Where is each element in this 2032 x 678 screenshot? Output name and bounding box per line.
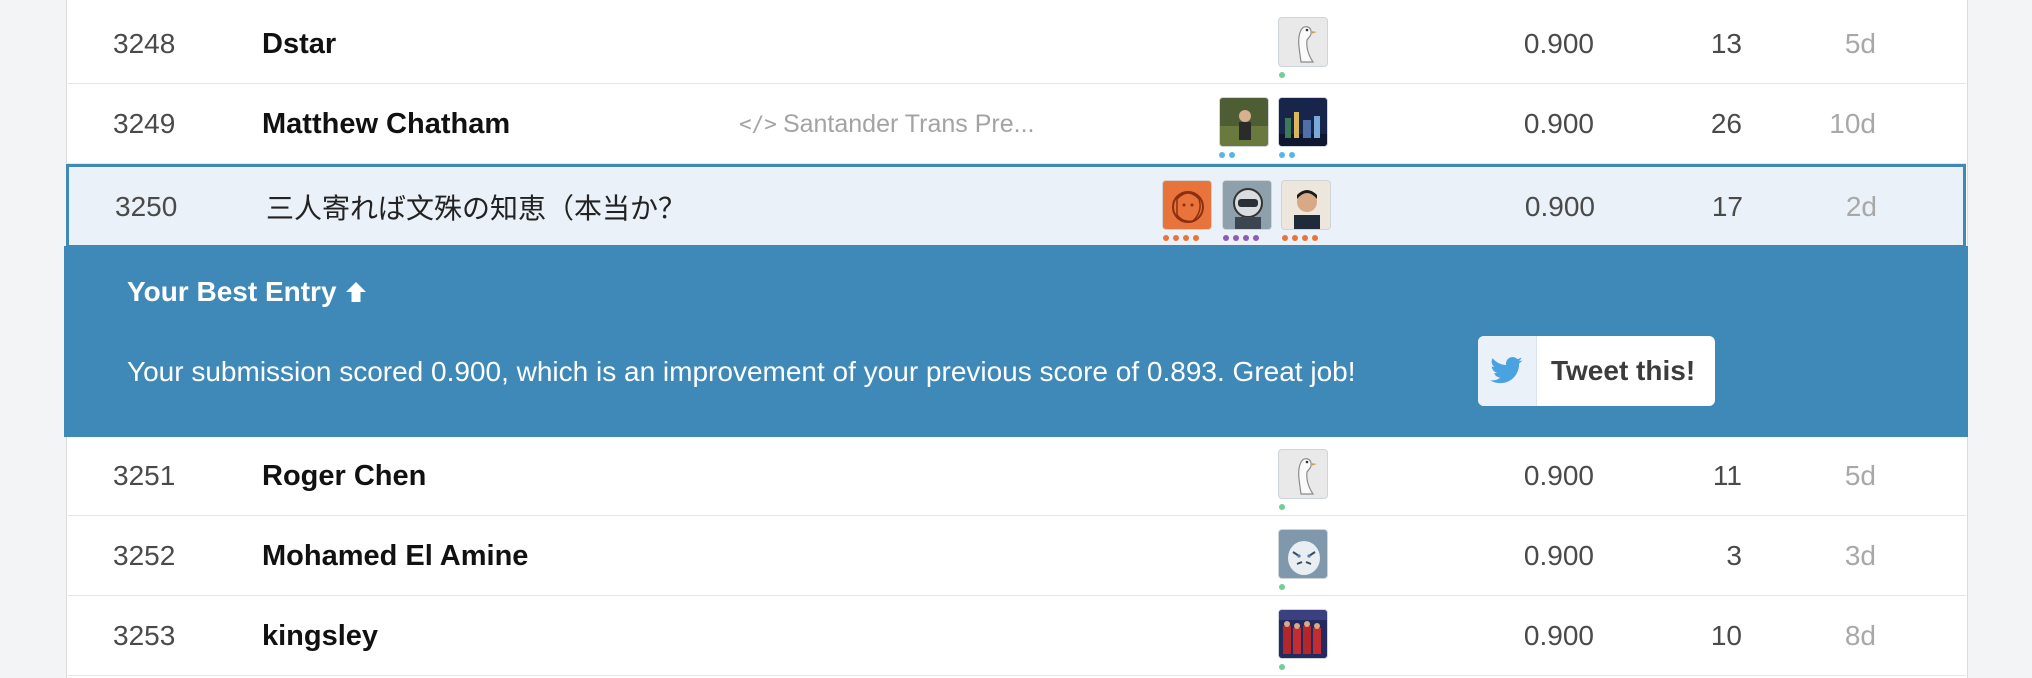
tier-dots	[1282, 235, 1318, 241]
score: 0.900	[1523, 28, 1594, 59]
last-submission: 8d	[1844, 620, 1876, 651]
kernel-title: Santander Trans Pre...	[782, 109, 1035, 138]
tweet-button[interactable]: Tweet this!	[1478, 336, 1715, 406]
team-name[interactable]: Roger Chen	[262, 436, 426, 516]
entries: 17	[1711, 191, 1743, 222]
banner-message: Your submission scored 0.900, which is a…	[127, 356, 1356, 387]
kernel-link[interactable]: </> Santander Trans Pre...	[739, 84, 1034, 164]
last-submission: 2d	[1845, 191, 1877, 222]
goose-avatar[interactable]	[1278, 17, 1328, 67]
lion-avatar[interactable]	[1162, 180, 1212, 230]
team-name[interactable]: Mohamed El Amine	[262, 516, 528, 596]
score: 0.900	[1523, 620, 1594, 651]
tier-dots	[1279, 664, 1285, 670]
goose-avatar[interactable]	[1278, 449, 1328, 499]
leaderboard-row[interactable]: 3252 Mohamed El Amine 0.900 3 3d	[66, 516, 1966, 596]
leaderboard-row[interactable]: 3251 Roger Chen 0.900 11 5d	[66, 436, 1966, 516]
last-submission: 3d	[1844, 540, 1876, 571]
tier-dots	[1279, 152, 1295, 158]
last-submission: 10d	[1829, 108, 1876, 139]
face-avatar[interactable]	[1281, 180, 1331, 230]
entries: 3	[1726, 540, 1742, 571]
rank: 3248	[113, 28, 176, 59]
leaderboard-row[interactable]: 3253 kingsley 0.900 10 8d	[66, 596, 1966, 676]
entries: 13	[1710, 28, 1742, 59]
white-tiger-avatar[interactable]	[1278, 529, 1328, 579]
twitter-bird-icon	[1478, 336, 1537, 406]
team-name[interactable]: kingsley	[262, 596, 378, 676]
team-name[interactable]: 三人寄れば文殊の知恵（本当か？	[266, 167, 686, 247]
score: 0.900	[1524, 191, 1595, 222]
score: 0.900	[1523, 540, 1594, 571]
score: 0.900	[1523, 460, 1594, 491]
arrow-up-icon	[343, 279, 369, 305]
tier-dots	[1163, 235, 1199, 241]
photo-avatar[interactable]	[1219, 97, 1269, 147]
banner-title-text: Your Best Entry	[127, 276, 337, 307]
entries: 10	[1710, 620, 1742, 651]
rank: 3250	[115, 191, 178, 222]
your-team-row[interactable]: 3250 三人寄れば文殊の知恵（本当か？ 0.900 17 2d	[66, 164, 1966, 248]
code-icon: </>	[739, 112, 777, 136]
tier-dots	[1279, 584, 1285, 590]
tier-dots	[1219, 152, 1235, 158]
team-name[interactable]: Matthew Chatham	[262, 84, 510, 164]
rank: 3249	[113, 108, 176, 139]
tweet-label: Tweet this!	[1551, 355, 1696, 386]
banner-title: Your Best Entry	[127, 276, 369, 308]
leaderboard-row[interactable]: 3249 Matthew Chatham </> Santander Trans…	[66, 84, 1966, 164]
leaderboard-row[interactable]: 3248 Dstar 0.900 13 5d	[66, 4, 1966, 84]
tier-dots	[1279, 504, 1285, 510]
team-avatar[interactable]	[1278, 609, 1328, 659]
entries: 26	[1710, 108, 1742, 139]
city-avatar[interactable]	[1278, 97, 1328, 147]
rank: 3251	[113, 460, 176, 491]
best-entry-banner: Your Best Entry Your submission scored 0…	[64, 246, 1968, 437]
helmet-avatar[interactable]	[1222, 180, 1272, 230]
tier-dots	[1223, 235, 1259, 241]
entries: 11	[1712, 460, 1742, 491]
last-submission: 5d	[1844, 28, 1876, 59]
team-name[interactable]: Dstar	[262, 4, 336, 84]
rank: 3253	[113, 620, 176, 651]
last-submission: 5d	[1844, 460, 1876, 491]
score: 0.900	[1523, 108, 1594, 139]
rank: 3252	[113, 540, 176, 571]
tier-dots	[1279, 72, 1285, 78]
